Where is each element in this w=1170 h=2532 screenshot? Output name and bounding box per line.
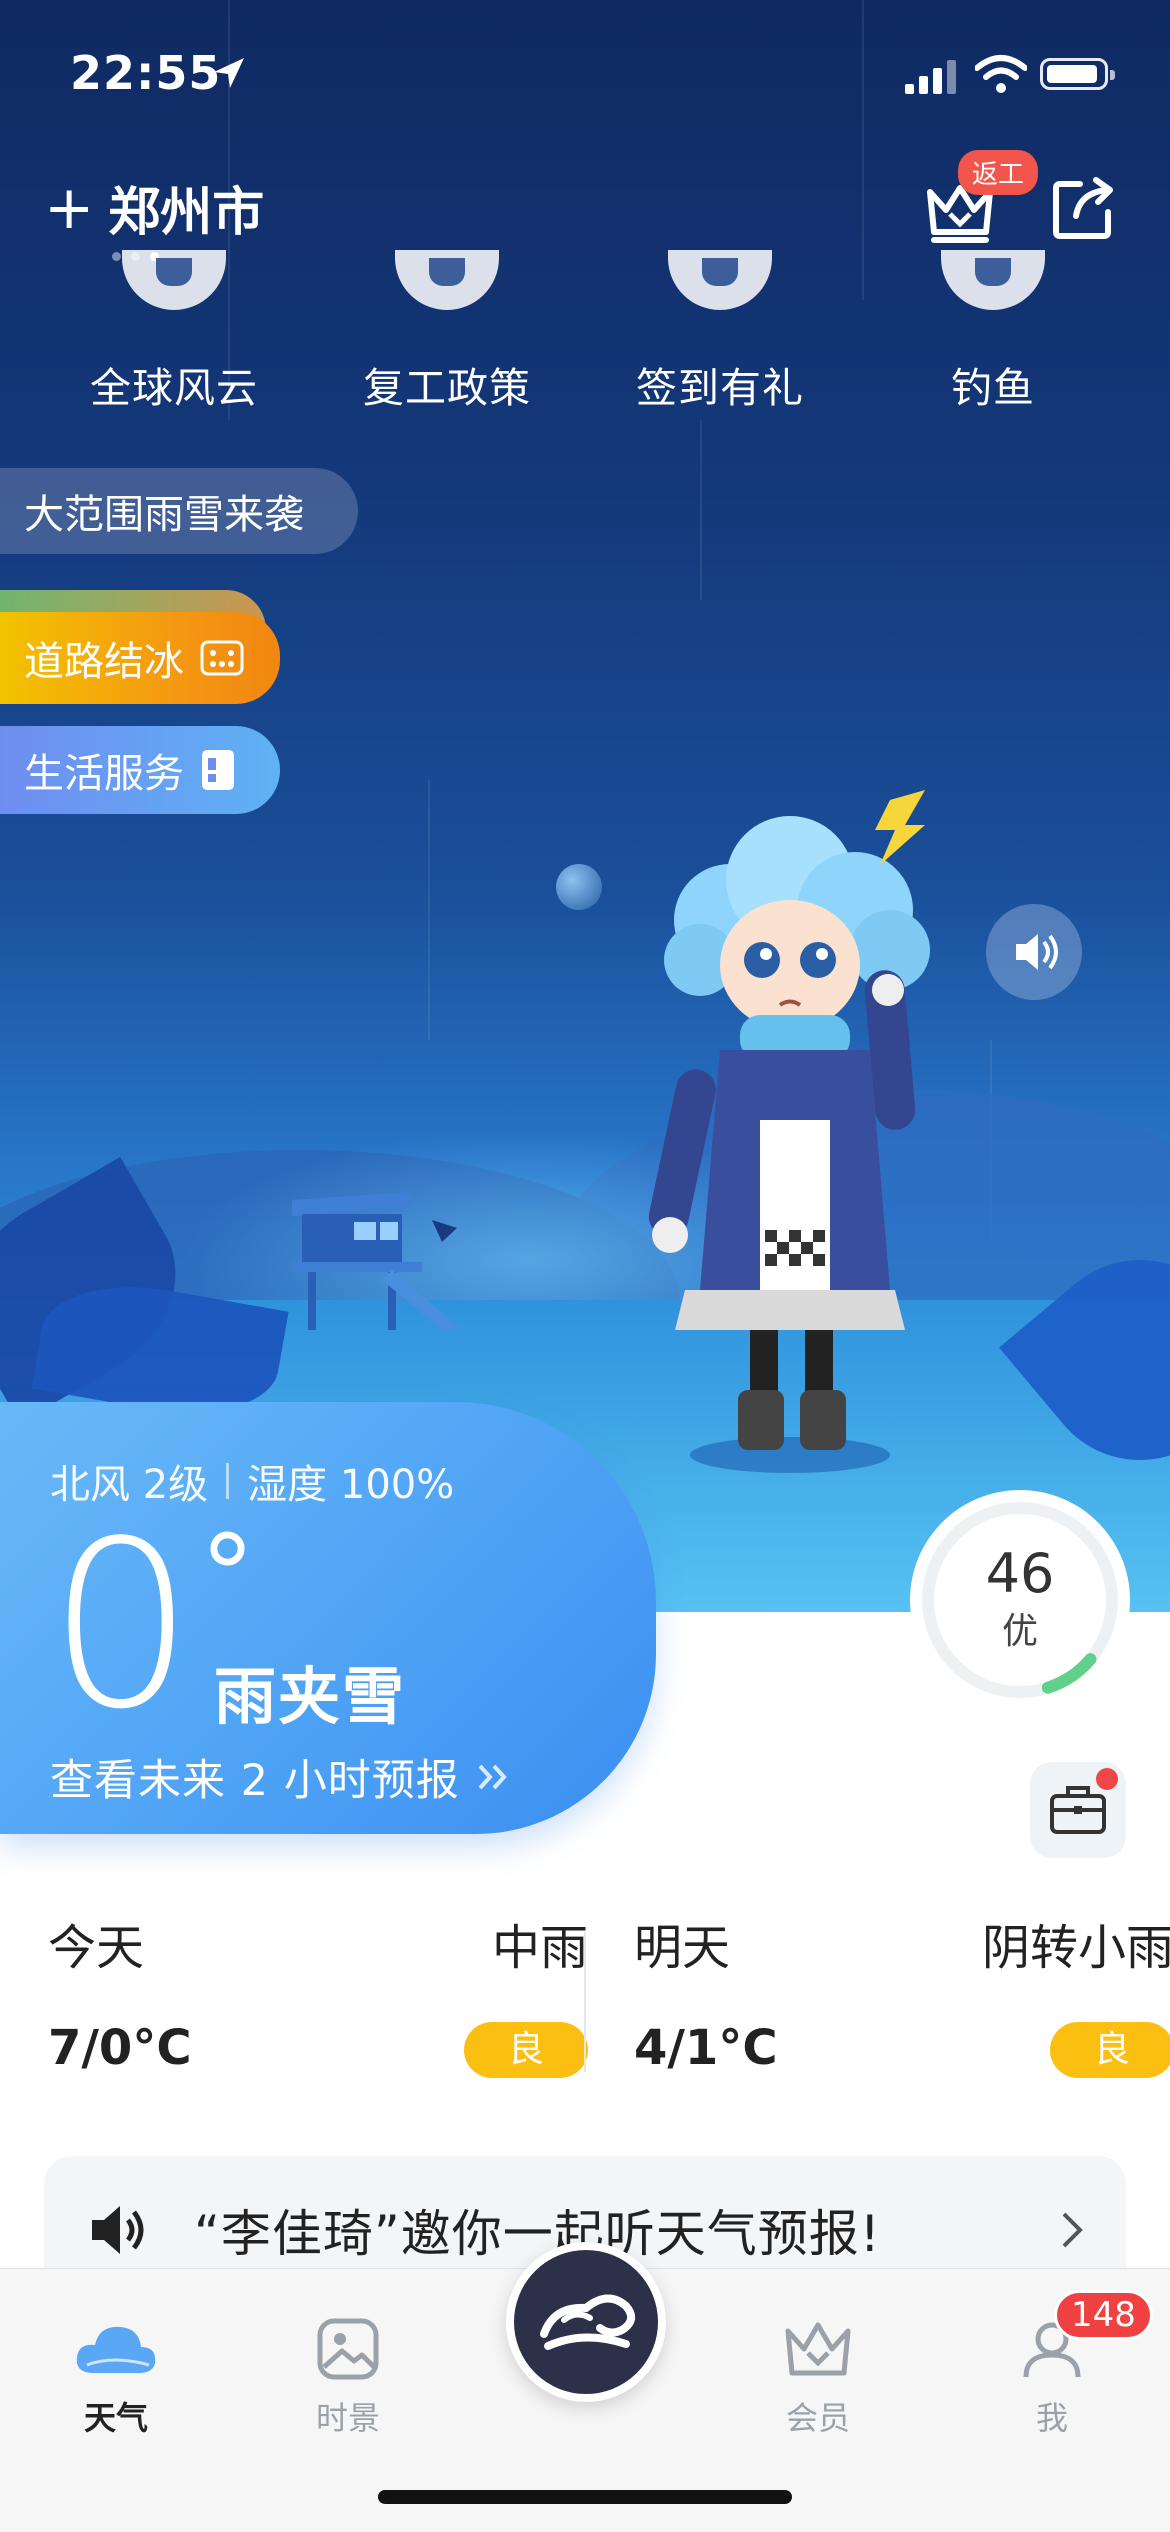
policy-icon bbox=[395, 250, 499, 310]
tab-label: 会员 bbox=[785, 2399, 850, 2437]
voice-broadcast-button[interactable] bbox=[986, 904, 1082, 1000]
photo-icon bbox=[317, 2318, 379, 2380]
quick-entry-label: 签到有礼 bbox=[636, 364, 804, 412]
life-services-tag[interactable]: 生活服务 bbox=[0, 726, 280, 814]
wifi-icon bbox=[975, 55, 1027, 93]
mascot-character bbox=[648, 790, 930, 1473]
day-name: 今天 bbox=[48, 1920, 145, 1976]
cellular-signal-icon bbox=[905, 60, 956, 94]
cloud-logo-icon bbox=[540, 2294, 636, 2350]
aqi-value: 46 bbox=[985, 1542, 1055, 1605]
status-time: 22:55 bbox=[70, 46, 222, 100]
aqi-level: 优 bbox=[1001, 1611, 1038, 1652]
air-quality-badge: 良 bbox=[464, 2022, 588, 2078]
weather-alert-tag[interactable]: 大范围雨雪来袭 bbox=[0, 468, 358, 554]
quick-entry-fishing[interactable]: 钓鱼 bbox=[883, 250, 1103, 414]
center-action-button[interactable] bbox=[506, 2242, 666, 2402]
checkin-icon bbox=[668, 250, 772, 310]
day-condition: 中雨 bbox=[491, 1920, 588, 1976]
speaker-icon bbox=[1016, 934, 1058, 970]
cloud-icon bbox=[76, 2326, 156, 2373]
quick-entry-label: 全球风云 bbox=[90, 364, 258, 412]
status-bar: 22:55 bbox=[0, 0, 1170, 140]
tab-label: 我 bbox=[1035, 2399, 1068, 2437]
quick-entry-resume-policy[interactable]: 复工政策 bbox=[337, 250, 557, 414]
city-selector[interactable]: + 郑州市 bbox=[44, 170, 264, 245]
forecast-divider bbox=[584, 1932, 586, 2072]
tab-label: 天气 bbox=[83, 2399, 148, 2437]
tab-membership[interactable]: 会员 bbox=[738, 2309, 898, 2439]
quick-entry-checkin[interactable]: 签到有礼 bbox=[610, 250, 830, 414]
road-icing-tag[interactable]: 道路结冰 bbox=[0, 612, 280, 704]
tab-weather[interactable]: 天气 bbox=[36, 2309, 196, 2439]
add-city-icon[interactable]: + bbox=[44, 178, 94, 238]
humidity-text: 湿度 100% bbox=[247, 1462, 455, 1508]
speaker-icon bbox=[92, 2206, 144, 2254]
rain-streak bbox=[700, 420, 702, 600]
tab-label: 时景 bbox=[315, 2399, 380, 2437]
rain-streak bbox=[428, 780, 430, 1040]
divider bbox=[226, 1463, 230, 1499]
tomorrow-forecast[interactable]: 明天 阴转小雨 4/1°C 良 bbox=[634, 1900, 1170, 2100]
quick-entry-label: 钓鱼 bbox=[951, 364, 1035, 412]
current-temperature: 0 bbox=[48, 1493, 195, 1760]
location-arrow-icon bbox=[214, 58, 244, 88]
day-condition: 阴转小雨 bbox=[981, 1920, 1170, 1976]
home-indicator bbox=[378, 2490, 792, 2504]
share-icon[interactable] bbox=[1052, 176, 1116, 240]
day-temp-range: 7/0°C bbox=[48, 2020, 192, 2076]
quick-entries: 全球风云 复工政策 签到有礼 钓鱼 bbox=[0, 250, 1170, 412]
today-forecast[interactable]: 今天 中雨 7/0°C 良 bbox=[48, 1900, 588, 2100]
return-to-work-badge: 返工 bbox=[958, 150, 1039, 195]
chevron-right-icon bbox=[1062, 2212, 1083, 2248]
globe-icon bbox=[122, 250, 226, 310]
crown-icon bbox=[785, 2322, 851, 2376]
fishing-icon bbox=[941, 250, 1045, 310]
quick-entry-global-weather[interactable]: 全球风云 bbox=[64, 250, 284, 414]
tab-scenes[interactable]: 时景 bbox=[268, 2309, 428, 2439]
lifeguard-hut bbox=[292, 1192, 462, 1330]
battery-icon bbox=[1040, 58, 1115, 90]
two-hour-forecast-link[interactable]: 查看未来 2 小时预报 bbox=[50, 1746, 512, 1808]
forecast-link-label: 查看未来 2 小时预报 bbox=[50, 1756, 460, 1806]
floating-bubble bbox=[556, 864, 602, 910]
aqi-gauge[interactable]: 46 优 bbox=[910, 1490, 1130, 1710]
degree-symbol: ° bbox=[200, 1511, 255, 1639]
weather-alert-label: 大范围雨雪来袭 bbox=[24, 492, 304, 538]
quick-entry-label: 复工政策 bbox=[363, 364, 531, 412]
air-quality-badge: 良 bbox=[1050, 2022, 1170, 2078]
road-icon bbox=[200, 640, 244, 676]
profile-notification-count: 148 bbox=[1054, 2290, 1153, 2340]
services-icon bbox=[202, 750, 234, 790]
day-temp-range: 4/1°C bbox=[634, 2020, 778, 2076]
current-condition: 雨夹雪 bbox=[214, 1660, 407, 1733]
city-name: 郑州市 bbox=[108, 183, 265, 243]
life-services-label: 生活服务 bbox=[24, 751, 184, 797]
double-chevron-right-icon bbox=[478, 1764, 507, 1790]
road-icing-label: 道路结冰 bbox=[24, 639, 184, 685]
day-name: 明天 bbox=[634, 1920, 731, 1976]
notification-dot bbox=[1096, 1768, 1118, 1790]
current-weather-card[interactable]: 北风 2级 湿度 100% 0 ° 雨夹雪 查看未来 2 小时预报 bbox=[0, 1402, 656, 1834]
